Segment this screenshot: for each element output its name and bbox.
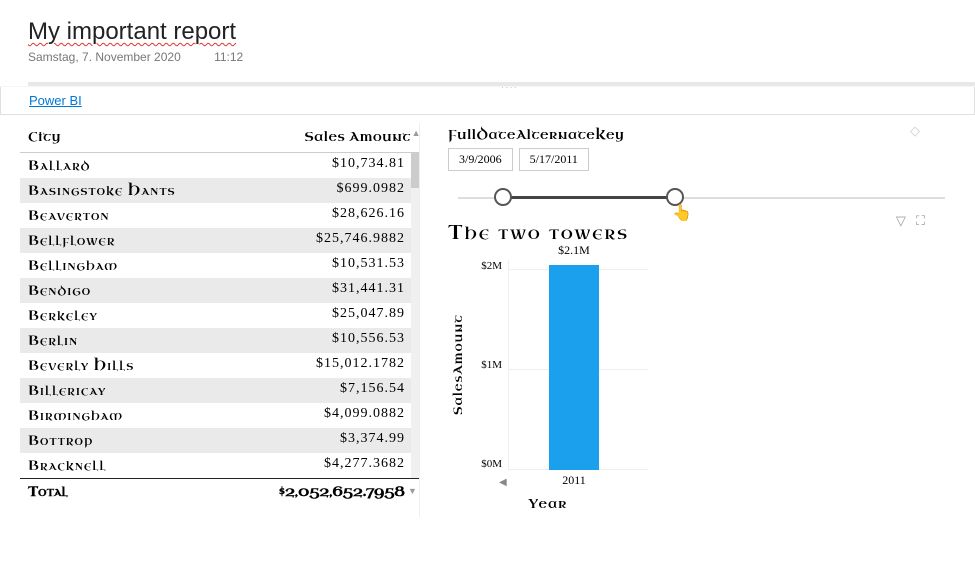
powerbi-link[interactable]: Power BI <box>29 93 82 108</box>
slicer-title: FullDateAlternateKey <box>448 127 955 144</box>
cell-amount: $28,626.16 <box>332 206 405 225</box>
cell-amount: $7,156.54 <box>340 381 405 400</box>
cell-amount: $25,746.9882 <box>316 231 405 250</box>
cell-city: Basingstoke Hants <box>28 181 337 200</box>
bar-chart[interactable]: SalesAmount $2M $1M $0M $2.1M 2011 ◀ <box>448 260 955 470</box>
y-tick: $2M <box>468 260 502 272</box>
x-tick: 2011 <box>549 473 599 488</box>
table-row[interactable]: Billericay$7,156.54 <box>20 378 419 403</box>
y-tick: $1M <box>468 359 502 371</box>
cell-city: Billericay <box>28 381 340 400</box>
chart-title: The two towers <box>448 219 955 246</box>
report-title[interactable]: My important report <box>28 18 975 46</box>
table-row[interactable]: Ballard$10,734.81 <box>20 153 419 178</box>
grip-icon: .... <box>502 81 519 90</box>
date-start-input[interactable]: 3/9/2006 <box>448 148 513 171</box>
table-row[interactable]: Beverly Hills$15,012.1782 <box>20 353 419 378</box>
cell-city: Beverly Hills <box>28 356 316 375</box>
cell-amount: $10,556.53 <box>332 331 405 350</box>
cell-city: Ballard <box>28 156 332 175</box>
scrollbar-track[interactable] <box>411 153 419 478</box>
scroll-up-icon[interactable]: ▲ <box>412 127 421 139</box>
cell-city: Bottrop <box>28 431 340 450</box>
table-row[interactable]: Berkeley$25,047.89 <box>20 303 419 328</box>
cell-amount: $31,441.31 <box>332 281 405 300</box>
cell-amount: $10,531.53 <box>332 256 405 275</box>
table-row[interactable]: Bendigo$31,441.31 <box>20 278 419 303</box>
table-row[interactable]: Beaverton$28,626.16 <box>20 203 419 228</box>
plot-area: $2.1M 2011 ◀ <box>508 260 648 470</box>
table-row[interactable]: Berlin$10,556.53 <box>20 328 419 353</box>
slider-handle-start[interactable] <box>494 188 512 206</box>
focus-mode-icon[interactable]: ⛶ <box>916 213 925 229</box>
scroll-left-icon[interactable]: ◀ <box>499 477 507 488</box>
table-row[interactable]: Birmingham$4,099.0882 <box>20 403 419 428</box>
cell-amount: $25,047.89 <box>332 306 405 325</box>
table-row[interactable]: Bellflower$25,746.9882 <box>20 228 419 253</box>
cell-city: Bellflower <box>28 231 316 250</box>
cell-city: Beaverton <box>28 206 332 225</box>
cell-city: Berkeley <box>28 306 332 325</box>
report-date: Samstag, 7. November 2020 <box>28 50 181 64</box>
bar-2011[interactable] <box>549 265 599 470</box>
report-time: 11:12 <box>214 50 243 64</box>
table-row[interactable]: Bellingham$10,531.53 <box>20 253 419 278</box>
cell-city: Berlin <box>28 331 332 350</box>
cursor-icon: 👆 <box>672 203 692 223</box>
slider-fill <box>503 196 676 199</box>
cell-amount: $4,277.3682 <box>324 456 405 475</box>
table-row[interactable]: Bracknell$4,277.3682 <box>20 453 419 478</box>
cell-amount: $699.0982 <box>337 181 406 200</box>
date-range-slider[interactable]: 👆 <box>448 185 955 215</box>
column-header-city[interactable]: City <box>28 129 256 146</box>
divider-handle-bar[interactable]: .... <box>28 82 975 86</box>
cell-city: Bellingham <box>28 256 332 275</box>
cell-amount: $15,012.1782 <box>316 356 405 375</box>
cell-amount: $4,099.0882 <box>324 406 405 425</box>
total-amount: $2,052,652.7958 <box>279 482 405 501</box>
cell-amount: $10,734.81 <box>332 156 405 175</box>
total-label: Total <box>28 482 279 501</box>
table-row[interactable]: Bottrop$3,374.99 <box>20 428 419 453</box>
table-header: City Sales Amount ▲ <box>20 123 419 153</box>
cell-city: Bendigo <box>28 281 332 300</box>
y-tick: $0M <box>468 458 502 470</box>
bar-value-label: $2.1M <box>544 243 604 258</box>
report-meta: Samstag, 7. November 2020 11:12 <box>28 50 975 64</box>
y-axis-ticks: $2M $1M $0M <box>468 260 508 470</box>
sales-table: City Sales Amount ▲ Ballard$10,734.81 Ba… <box>20 123 420 517</box>
total-row: Total $2,052,652.7958 ▼ <box>20 478 419 504</box>
table-row[interactable]: Basingstoke Hants$699.0982 <box>20 178 419 203</box>
y-axis-label: SalesAmount <box>448 260 468 470</box>
scroll-down-icon[interactable]: ▼ <box>408 485 417 497</box>
x-axis-label: Year <box>448 496 648 513</box>
date-end-input[interactable]: 5/17/2011 <box>519 148 589 171</box>
scrollbar-thumb[interactable] <box>411 153 419 188</box>
table-body: Ballard$10,734.81 Basingstoke Hants$699.… <box>20 153 419 478</box>
cell-city: Birmingham <box>28 406 324 425</box>
cell-amount: $3,374.99 <box>340 431 405 450</box>
filter-icon[interactable]: ▽ <box>896 213 906 229</box>
column-header-amount[interactable]: Sales Amount <box>256 129 411 146</box>
clear-filter-icon[interactable]: ◇ <box>910 123 920 139</box>
cell-city: Bracknell <box>28 456 324 475</box>
